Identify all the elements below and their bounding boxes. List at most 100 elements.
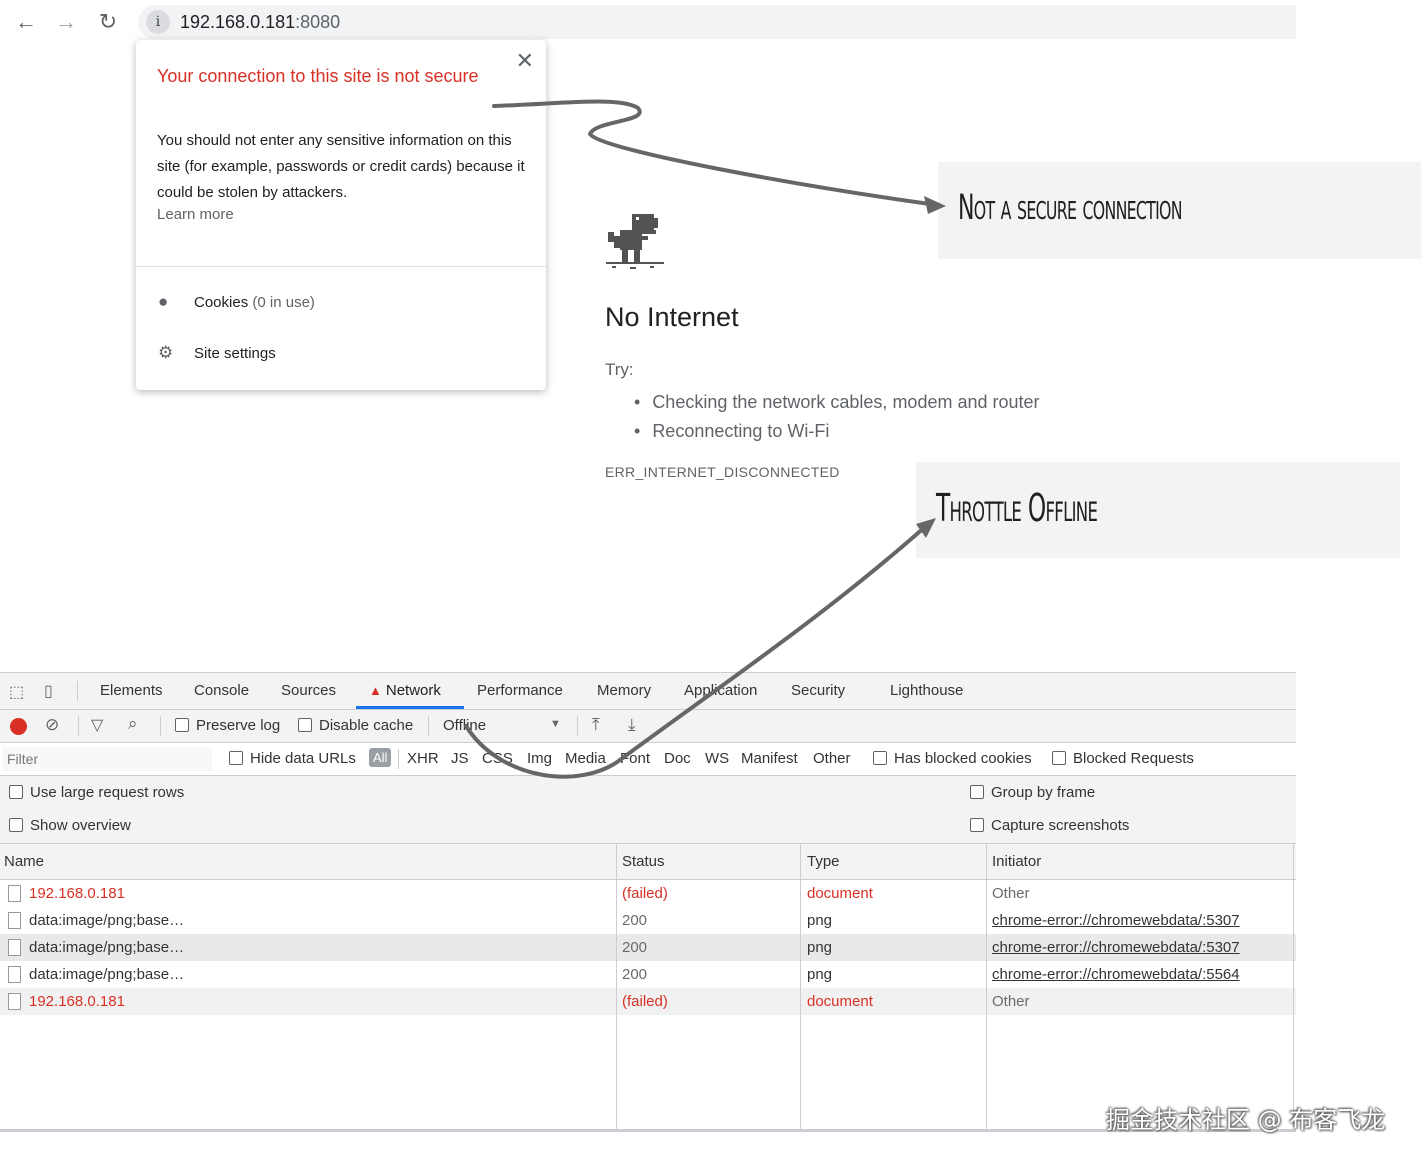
suggestion-item: Reconnecting to Wi-Fi	[634, 417, 1040, 446]
chevron-down-icon[interactable]: ▼	[550, 718, 561, 730]
column-type[interactable]: Type	[807, 853, 840, 870]
checkbox[interactable]	[1052, 751, 1066, 765]
blocked-requests-checkbox[interactable]: Blocked Requests	[1052, 750, 1194, 767]
filter-css[interactable]: CSS	[482, 750, 513, 767]
error-try-label: Try:	[605, 360, 634, 379]
tab-performance[interactable]: Performance	[477, 682, 563, 699]
group-by-frame-checkbox[interactable]: Group by frame	[970, 784, 1095, 801]
column-status[interactable]: Status	[622, 853, 665, 870]
close-icon[interactable]: ✕	[516, 48, 534, 74]
toolbar-separator	[428, 716, 429, 736]
tab-network[interactable]: ▲ Network	[369, 682, 441, 699]
cookies-row[interactable]: ● Cookies (0 in use)	[158, 292, 315, 312]
capture-screenshots-checkbox[interactable]: Capture screenshots	[970, 817, 1129, 834]
preserve-log-checkbox[interactable]: Preserve log	[175, 717, 280, 734]
filter-img[interactable]: Img	[527, 750, 552, 767]
show-overview-label: Show overview	[30, 817, 131, 834]
filter-js[interactable]: JS	[451, 750, 469, 767]
column-divider[interactable]	[986, 844, 987, 1129]
throttle-select[interactable]: Offline	[443, 717, 486, 734]
browser-toolbar: ← → ↻ i 192.168.0.181:8080	[0, 0, 1296, 44]
device-toolbar-icon[interactable]: ▯	[44, 681, 53, 701]
tab-memory[interactable]: Memory	[597, 682, 651, 699]
popup-divider	[136, 266, 546, 267]
tab-application[interactable]: Application	[684, 682, 757, 699]
filter-other[interactable]: Other	[813, 750, 851, 767]
table-row[interactable]: data:image/png;base… 200 png chrome-erro…	[0, 934, 1296, 961]
initiator-link[interactable]: chrome-error://chromewebdata/:5307	[992, 912, 1240, 929]
toolbar-separator	[78, 716, 79, 736]
request-name: 192.168.0.181	[29, 993, 125, 1010]
inspect-element-icon[interactable]: ⬚	[9, 682, 24, 702]
filter-media[interactable]: Media	[565, 750, 606, 767]
network-toolbar: ⊘ ▽ ⌕ Preserve log Disable cache Offline…	[0, 710, 1296, 743]
filter-manifest[interactable]: Manifest	[741, 750, 798, 767]
has-blocked-cookies-checkbox[interactable]: Has blocked cookies	[873, 750, 1032, 767]
table-row[interactable]: 192.168.0.181 (failed) document Other	[0, 988, 1296, 1015]
table-row[interactable]: data:image/png;base… 200 png chrome-erro…	[0, 907, 1296, 934]
table-row[interactable]: 192.168.0.181 (failed) document Other	[0, 880, 1296, 907]
checkbox[interactable]	[9, 818, 23, 832]
column-divider[interactable]	[616, 844, 617, 1129]
initiator-link[interactable]: chrome-error://chromewebdata/:5307	[992, 939, 1240, 956]
tab-separator	[77, 681, 78, 701]
checkbox[interactable]	[873, 751, 887, 765]
request-status: 200	[622, 966, 648, 983]
toolbar-separator	[160, 716, 161, 736]
column-initiator[interactable]: Initiator	[992, 853, 1041, 870]
request-name: data:image/png;base…	[29, 912, 185, 929]
filter-all[interactable]: All	[369, 748, 392, 767]
filter-icon[interactable]: ▽	[91, 715, 103, 735]
url-host: 192.168.0.181	[180, 12, 296, 32]
filter-doc[interactable]: Doc	[664, 750, 691, 767]
tab-console[interactable]: Console	[194, 682, 249, 699]
large-rows-checkbox[interactable]: Use large request rows	[9, 784, 184, 801]
reload-icon[interactable]: ↻	[94, 8, 122, 36]
checkbox[interactable]	[229, 751, 243, 765]
checkbox[interactable]	[970, 785, 984, 799]
request-status: (failed)	[622, 993, 668, 1010]
clear-icon[interactable]: ⊘	[45, 715, 59, 735]
checkbox[interactable]	[298, 718, 312, 732]
watermark: 掘金技术社区 @ 布客飞龙	[1106, 1106, 1386, 1134]
site-settings-label: Site settings	[194, 345, 276, 362]
record-icon[interactable]	[10, 718, 27, 735]
suggestion-list: Checking the network cables, modem and r…	[634, 388, 1040, 446]
filter-ws[interactable]: WS	[705, 750, 729, 767]
annotation-throttle: Throttle Offline	[916, 462, 1400, 558]
learn-more-link[interactable]: Learn more	[157, 206, 234, 223]
error-title: No Internet	[605, 302, 739, 332]
checkbox[interactable]	[970, 818, 984, 832]
file-icon	[8, 885, 21, 902]
forward-arrow-icon[interactable]: →	[52, 8, 80, 36]
filter-separator	[398, 749, 399, 769]
tab-elements[interactable]: Elements	[100, 682, 163, 699]
tab-network-label: Network	[385, 682, 441, 699]
column-divider[interactable]	[800, 844, 801, 1129]
disable-cache-checkbox[interactable]: Disable cache	[298, 717, 413, 734]
tab-sources[interactable]: Sources	[281, 682, 336, 699]
request-status: (failed)	[622, 885, 668, 902]
download-icon[interactable]: ⤓	[628, 715, 636, 735]
devtools-tabbar: ⬚ ▯ Elements Console Sources ▲ Network Pe…	[0, 673, 1296, 710]
filter-xhr[interactable]: XHR	[407, 750, 439, 767]
site-settings-row[interactable]: ⚙ Site settings	[158, 343, 276, 363]
back-arrow-icon[interactable]: ←	[12, 8, 40, 36]
address-bar[interactable]: i 192.168.0.181:8080	[138, 5, 1296, 39]
image-file-icon	[8, 966, 21, 983]
filter-input[interactable]: Filter	[2, 747, 212, 771]
info-icon[interactable]: i	[146, 10, 170, 34]
tab-lighthouse[interactable]: Lighthouse	[890, 682, 963, 699]
initiator-link[interactable]: chrome-error://chromewebdata/:5564	[992, 966, 1240, 983]
table-row[interactable]: data:image/png;base… 200 png chrome-erro…	[0, 961, 1296, 988]
hide-data-urls-checkbox[interactable]: Hide data URLs	[229, 750, 356, 767]
search-icon[interactable]: ⌕	[128, 714, 138, 734]
show-overview-checkbox[interactable]: Show overview	[9, 817, 131, 834]
tab-security[interactable]: Security	[791, 682, 845, 699]
upload-icon[interactable]: ⤒	[592, 715, 600, 735]
checkbox[interactable]	[9, 785, 23, 799]
column-name[interactable]: Name	[4, 853, 44, 870]
checkbox[interactable]	[175, 718, 189, 732]
request-name: data:image/png;base…	[29, 966, 185, 983]
filter-font[interactable]: Font	[620, 750, 650, 767]
